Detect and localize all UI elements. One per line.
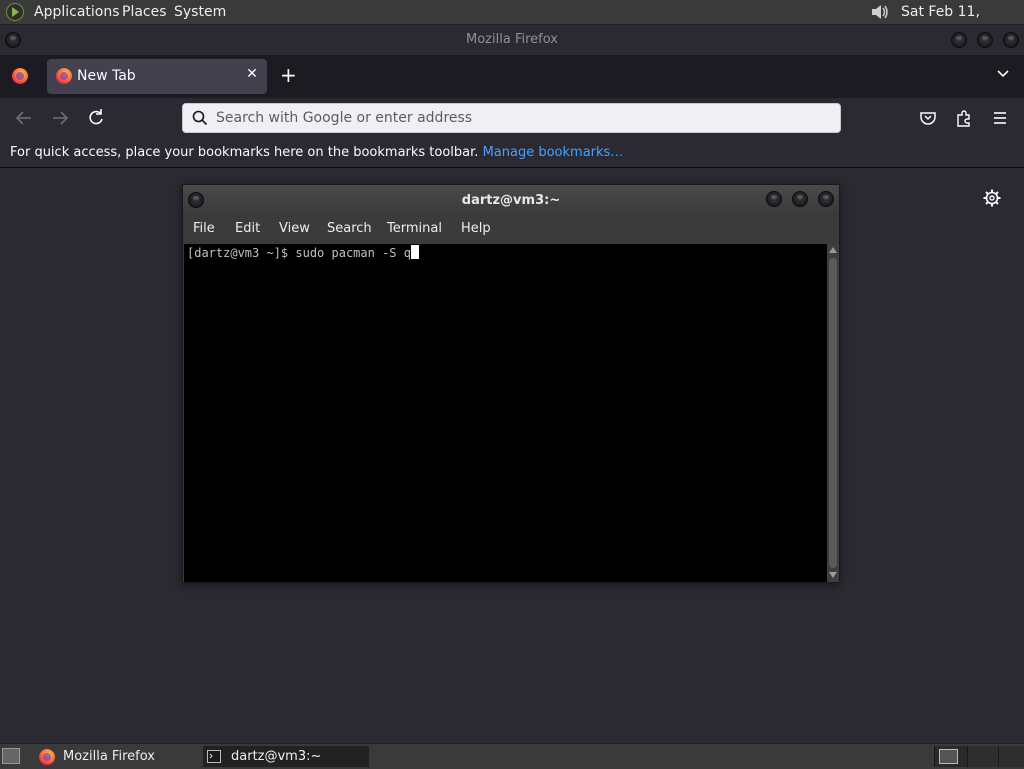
- speaker-icon[interactable]: [870, 3, 890, 21]
- firefox-view-icon[interactable]: [12, 68, 28, 84]
- bookmarks-message-text: For quick access, place your bookmarks h…: [10, 145, 479, 160]
- hamburger-menu-icon[interactable]: [990, 108, 1010, 128]
- taskbar-firefox-label: Mozilla Firefox: [63, 749, 155, 764]
- taskbar-terminal-label: dartz@vm3:~: [231, 749, 322, 764]
- terminal-cursor: [410, 245, 419, 259]
- system-menu[interactable]: System: [174, 0, 226, 24]
- terminal-title: dartz@vm3:~: [461, 193, 561, 208]
- address-bar[interactable]: Search with Google or enter address: [182, 103, 841, 133]
- bookmarks-toolbar: For quick access, place your bookmarks h…: [0, 139, 1024, 168]
- firefox-favicon-icon: [56, 68, 72, 84]
- terminal-scrollbar[interactable]: [827, 244, 839, 582]
- forward-arrow-icon[interactable]: [50, 108, 70, 128]
- gear-icon[interactable]: [983, 189, 1001, 207]
- terminal-minimize-button[interactable]: [766, 191, 782, 207]
- menu-terminal[interactable]: Terminal: [387, 221, 442, 236]
- workspace-3[interactable]: [998, 746, 1024, 767]
- workspace-2[interactable]: [967, 746, 1001, 767]
- menu-help[interactable]: Help: [461, 221, 491, 236]
- workspace-1[interactable]: [934, 746, 968, 767]
- tab-strip: New Tab ✕ +: [0, 55, 1024, 98]
- tab-close-icon[interactable]: ✕: [243, 66, 261, 82]
- pocket-icon[interactable]: [918, 108, 938, 128]
- terminal-close-button[interactable]: [818, 191, 834, 207]
- firefox-titlebar[interactable]: Mozilla Firefox: [0, 25, 1024, 55]
- back-arrow-icon[interactable]: [14, 108, 34, 128]
- tab-label: New Tab: [77, 68, 136, 84]
- menu-view[interactable]: View: [279, 221, 310, 236]
- scroll-down-arrow-icon[interactable]: [829, 572, 837, 578]
- terminal-maximize-button[interactable]: [792, 191, 808, 207]
- terminal-window[interactable]: dartz@vm3:~ File Edit View Search Termin…: [182, 184, 840, 583]
- places-menu[interactable]: Places: [122, 0, 167, 24]
- firefox-taskbar-icon: [39, 749, 55, 765]
- menu-file[interactable]: File: [193, 221, 215, 236]
- reload-icon[interactable]: [86, 108, 106, 128]
- terminal-taskbar-icon: [207, 750, 221, 763]
- manage-bookmarks-link[interactable]: Manage bookmarks…: [483, 145, 624, 160]
- taskbar-item-firefox[interactable]: Mozilla Firefox: [36, 746, 198, 767]
- mate-logo-icon[interactable]: [6, 3, 24, 21]
- top-panel: Applications Places System Sat Feb 11, 1…: [0, 0, 1024, 44]
- navigation-toolbar: Search with Google or enter address: [0, 98, 1024, 139]
- firefox-window-title: Mozilla Firefox: [466, 32, 558, 47]
- terminal-menubar: File Edit View Search Terminal Help: [183, 215, 839, 243]
- show-desktop-icon[interactable]: [2, 748, 20, 764]
- terminal-titlebar[interactable]: dartz@vm3:~: [183, 185, 839, 215]
- menu-edit[interactable]: Edit: [235, 221, 260, 236]
- search-icon: [192, 110, 208, 126]
- terminal-screen[interactable]: [dartz@vm3 ~]$ sudo pacman -S q: [184, 244, 827, 582]
- terminal-prompt-text: [dartz@vm3 ~]$ sudo pacman -S q: [187, 246, 411, 260]
- workspace-window-thumbnail: [939, 749, 958, 764]
- close-window-button[interactable]: [1003, 32, 1019, 48]
- address-bar-placeholder: Search with Google or enter address: [216, 110, 473, 126]
- clock[interactable]: Sat Feb 11, 12:56 PM: [901, 0, 1024, 44]
- extensions-puzzle-icon[interactable]: [954, 108, 974, 128]
- terminal-command-line: [dartz@vm3 ~]$ sudo pacman -S q: [187, 245, 419, 260]
- minimize-button[interactable]: [951, 32, 967, 48]
- menu-search[interactable]: Search: [327, 221, 372, 236]
- new-tab-button[interactable]: +: [280, 65, 297, 85]
- taskbar-item-terminal[interactable]: dartz@vm3:~: [203, 746, 369, 767]
- bookmarks-empty-message: For quick access, place your bookmarks h…: [10, 145, 623, 160]
- list-all-tabs-chevron-icon[interactable]: [996, 67, 1010, 81]
- scrollbar-thumb[interactable]: [829, 258, 837, 568]
- maximize-button[interactable]: [977, 32, 993, 48]
- bottom-panel: Mozilla Firefox dartz@vm3:~: [0, 743, 1024, 769]
- tab-new-tab[interactable]: New Tab ✕: [47, 59, 267, 94]
- applications-menu[interactable]: Applications: [34, 0, 120, 24]
- scroll-up-arrow-icon[interactable]: [829, 247, 837, 253]
